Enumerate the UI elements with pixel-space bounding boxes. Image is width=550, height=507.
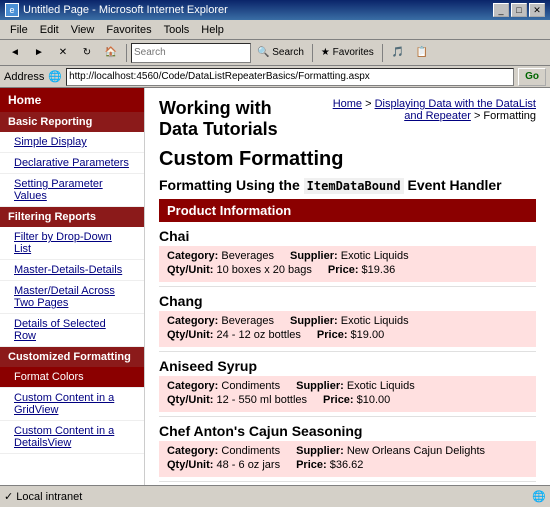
qty-label: Qty/Unit: 48 - 6 oz jars [167, 459, 280, 471]
status-icon: 🌐 [532, 490, 546, 503]
product-details: Category: Beverages Supplier: Exotic Liq… [159, 246, 536, 282]
category-label: Category: Condiments [167, 380, 280, 392]
product-item: Chang Category: Beverages Supplier: Exot… [159, 287, 536, 352]
product-name: Chef Anton's Cajun Seasoning [159, 417, 536, 441]
close-button[interactable]: ✕ [529, 3, 545, 17]
sidebar-item-filter-dropdown[interactable]: Filter by Drop-Down List [0, 227, 144, 260]
go-button[interactable]: Go [518, 68, 546, 86]
qty-label: Qty/Unit: 10 boxes x 20 bags [167, 264, 312, 276]
menu-tools[interactable]: Tools [158, 22, 196, 38]
product-details-row-2: Qty/Unit: 12 - 550 ml bottles Price: $10… [167, 394, 528, 406]
sidebar-item-format-colors[interactable]: Format Colors [0, 367, 144, 388]
menu-favorites[interactable]: Favorites [100, 22, 157, 38]
sidebar-item-details-selected-row[interactable]: Details of Selected Row [0, 314, 144, 347]
product-name: Aniseed Syrup [159, 352, 536, 376]
product-name: Chai [159, 222, 536, 246]
price-label: Price: $19.00 [317, 329, 384, 341]
statusbar: ✓ Local intranet 🌐 [0, 485, 550, 507]
sidebar-section-filtering-reports[interactable]: Filtering Reports [0, 207, 144, 227]
toolbar-separator-3 [382, 44, 383, 62]
product-details: Category: Condiments Supplier: Exotic Li… [159, 376, 536, 412]
supplier-label: Supplier: Exotic Liquids [290, 315, 409, 327]
product-item: Chai Category: Beverages Supplier: Exoti… [159, 222, 536, 287]
address-icon: 🌐 [48, 70, 62, 83]
favorites-button[interactable]: ★ Favorites [317, 42, 378, 64]
menu-help[interactable]: Help [195, 22, 230, 38]
page-content: Working with Data Tutorials Home > Displ… [145, 88, 550, 485]
address-input[interactable] [66, 68, 514, 86]
product-item: Aniseed Syrup Category: Condiments Suppl… [159, 352, 536, 417]
supplier-label: Supplier: Exotic Liquids [290, 250, 409, 262]
media-button[interactable]: 🎵 [387, 42, 409, 64]
back-button[interactable]: ◄ [4, 42, 26, 64]
category-label: Category: Beverages [167, 315, 274, 327]
maximize-button[interactable]: □ [511, 3, 527, 17]
breadcrumb-sep-1: > [365, 98, 374, 110]
menu-file[interactable]: File [4, 22, 34, 38]
toolbar-separator-2 [312, 44, 313, 62]
qty-label: Qty/Unit: 24 - 12 oz bottles [167, 329, 301, 341]
status-text: ✓ Local intranet [4, 490, 82, 503]
page-header: Working with Data Tutorials Home > Displ… [159, 98, 536, 140]
menubar: File Edit View Favorites Tools Help [0, 20, 550, 40]
product-details-row-1: Category: Beverages Supplier: Exotic Liq… [167, 315, 528, 327]
price-label: Price: $10.00 [323, 394, 390, 406]
sidebar-section-basic-reporting[interactable]: Basic Reporting [0, 112, 144, 132]
toolbar-separator-1 [126, 44, 127, 62]
content-area: Home Basic Reporting Simple Display Decl… [0, 88, 550, 485]
product-details-row-2: Qty/Unit: 24 - 12 oz bottles Price: $19.… [167, 329, 528, 341]
breadcrumb-home[interactable]: Home [333, 98, 362, 110]
home-button[interactable]: 🏠 [100, 42, 122, 64]
supplier-label: Supplier: New Orleans Cajun Delights [296, 445, 485, 457]
price-label: Price: $19.36 [328, 264, 395, 276]
addressbar: Address 🌐 Go [0, 66, 550, 88]
forward-button[interactable]: ► [28, 42, 50, 64]
breadcrumb-current: Formatting [483, 110, 536, 122]
window-title: Untitled Page - Microsoft Internet Explo… [23, 4, 228, 16]
toolbar: ◄ ► ✕ ↻ 🏠 🔍 Search ★ Favorites 🎵 📋 [0, 40, 550, 66]
page-title: Custom Formatting [159, 148, 536, 171]
menu-view[interactable]: View [65, 22, 101, 38]
product-details-row-2: Qty/Unit: 10 boxes x 20 bags Price: $19.… [167, 264, 528, 276]
window-icon: e [5, 3, 19, 17]
sidebar-section-customized-formatting[interactable]: Customized Formatting [0, 347, 144, 367]
sidebar-item-master-details[interactable]: Master-Details-Details [0, 260, 144, 281]
sidebar-item-declarative-parameters[interactable]: Declarative Parameters [0, 153, 144, 174]
site-title: Working with Data Tutorials [159, 98, 314, 140]
breadcrumb-sep-2: > [474, 110, 483, 122]
window-titlebar: e Untitled Page - Microsoft Internet Exp… [0, 0, 550, 20]
product-details-row-1: Category: Condiments Supplier: Exotic Li… [167, 380, 528, 392]
sidebar-item-custom-content-gridview[interactable]: Custom Content in a GridView [0, 388, 144, 421]
sidebar-item-setting-parameter-values[interactable]: Setting Parameter Values [0, 174, 144, 207]
product-details-row-1: Category: Condiments Supplier: New Orlea… [167, 445, 528, 457]
sidebar-home[interactable]: Home [0, 88, 144, 112]
category-label: Category: Condiments [167, 445, 280, 457]
product-name: Chang [159, 287, 536, 311]
price-label: Price: $36.62 [296, 459, 363, 471]
sidebar: Home Basic Reporting Simple Display Decl… [0, 88, 145, 485]
product-header: Product Information [159, 199, 536, 222]
section-title: Formatting Using the ItemDataBound Event… [159, 177, 536, 193]
product-details: Category: Beverages Supplier: Exotic Liq… [159, 311, 536, 347]
product-details-row-2: Qty/Unit: 48 - 6 oz jars Price: $36.62 [167, 459, 528, 471]
sidebar-item-simple-display[interactable]: Simple Display [0, 132, 144, 153]
sidebar-item-master-detail-pages[interactable]: Master/Detail Across Two Pages [0, 281, 144, 314]
category-label: Category: Beverages [167, 250, 274, 262]
search-button[interactable]: 🔍 Search [253, 42, 308, 64]
product-details-row-1: Category: Beverages Supplier: Exotic Liq… [167, 250, 528, 262]
stop-button[interactable]: ✕ [52, 42, 74, 64]
supplier-label: Supplier: Exotic Liquids [296, 380, 415, 392]
history-button[interactable]: 📋 [411, 42, 433, 64]
qty-label: Qty/Unit: 12 - 550 ml bottles [167, 394, 307, 406]
refresh-button[interactable]: ↻ [76, 42, 98, 64]
breadcrumb: Home > Displaying Data with the DataList… [314, 98, 536, 122]
minimize-button[interactable]: _ [493, 3, 509, 17]
sidebar-item-custom-content-detailsview[interactable]: Custom Content in a DetailsView [0, 421, 144, 454]
product-details: Category: Condiments Supplier: New Orlea… [159, 441, 536, 477]
address-label: Address [4, 71, 44, 83]
search-input[interactable] [131, 43, 251, 63]
product-item: Chef Anton's Cajun Seasoning Category: C… [159, 417, 536, 482]
window-controls[interactable]: _ □ ✕ [493, 3, 545, 17]
menu-edit[interactable]: Edit [34, 22, 65, 38]
